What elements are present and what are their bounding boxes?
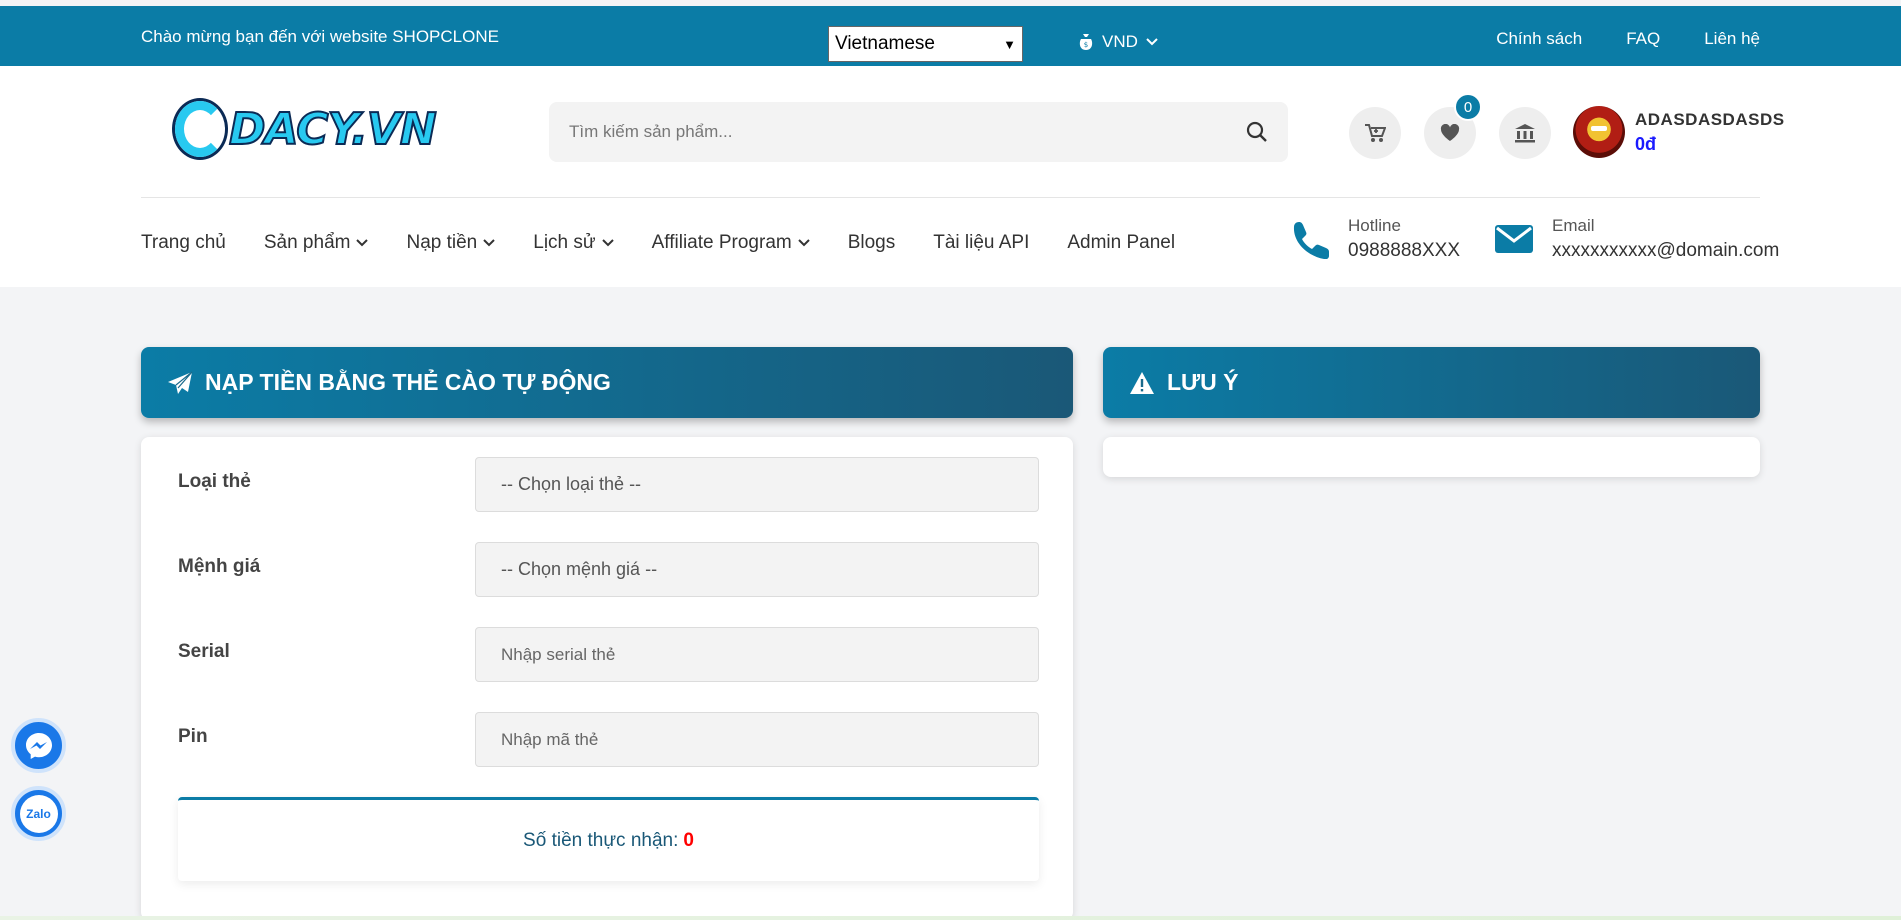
warning-icon [1130,371,1154,394]
heart-icon [1440,124,1460,141]
bank-button[interactable] [1499,107,1551,159]
nav-label: Affiliate Program [651,232,792,253]
main-nav: Trang chủ Sản phẩm Nạp tiền Lịch sử Affi… [141,232,1175,254]
header-divider [141,197,1760,198]
nav-item-blogs[interactable]: Blogs [848,232,896,254]
received-amount-box: Số tiền thực nhận: 0 [178,797,1039,881]
currency-switcher[interactable]: $ VND [1078,32,1158,52]
card-type-row: Loại thẻ -- Chọn loại thẻ -- [178,457,1039,512]
bottom-border [0,916,1901,920]
card-type-select[interactable]: -- Chọn loại thẻ -- [475,457,1039,512]
zalo-button[interactable]: Zalo [11,786,66,841]
search-box [549,102,1288,162]
site-header: DACY.VN 0 ADASDASDASDS 0đ Trang chủ Sản … [0,66,1901,287]
nav-label: Tài liệu API [933,232,1030,253]
received-amount-value: 0 [683,829,694,851]
language-value: Vietnamese [835,33,935,54]
mail-icon [1495,225,1533,253]
note-card-title: LƯU Ý [1167,369,1239,395]
card-type-label: Loại thẻ [178,471,251,492]
phone-icon [1293,222,1329,259]
logo-text: DACY.VN [228,103,438,156]
zalo-icon: Zalo [19,794,58,833]
serial-input[interactable] [501,644,1013,665]
avatar [1573,106,1625,158]
user-balance: 0đ [1635,133,1657,154]
logo-mark [175,101,225,157]
nav-label: Admin Panel [1067,232,1176,253]
hotline-label: Hotline [1348,216,1401,235]
nav-label: Nạp tiền [406,232,478,253]
nav-item-home[interactable]: Trang chủ [141,232,226,254]
currency-label: VND [1102,32,1138,51]
pin-input[interactable] [501,729,1013,750]
money-bag-icon: $ [1079,34,1093,50]
wishlist-button[interactable]: 0 [1424,93,1482,159]
welcome-text: Chào mừng bạn đến với website SHOPCLONE [141,27,499,46]
policy-link[interactable]: Chính sách [1496,29,1582,49]
nav-item-products[interactable]: Sản phẩm [264,232,369,254]
faq-link[interactable]: FAQ [1626,29,1660,49]
svg-text:$: $ [1084,41,1088,49]
note-card-header: LƯU Ý [1103,347,1760,418]
user-name: ADASDASDASDS [1635,109,1785,129]
top-bar: Chào mừng bạn đến với website SHOPCLONE … [0,6,1901,66]
nav-item-history[interactable]: Lịch sử [533,232,614,254]
topup-card-body: Loại thẻ -- Chọn loại thẻ -- Mệnh giá --… [141,437,1073,920]
paper-plane-icon [168,371,193,394]
nav-label: Blogs [847,232,896,253]
chevron-down-icon [601,239,614,247]
messenger-button[interactable] [11,718,66,773]
zalo-label: Zalo [26,806,51,821]
search-input[interactable] [569,122,1246,142]
pin-row: Pin [178,712,1039,767]
nav-item-api-docs[interactable]: Tài liệu API [933,232,1029,254]
chevron-down-icon: ▼ [1003,36,1016,52]
pin-label: Pin [178,726,208,747]
nav-item-topup[interactable]: Nạp tiền [406,232,495,254]
nav-label: Lịch sử [533,232,596,253]
email-value[interactable]: xxxxxxxxxxx@domain.com [1552,240,1779,262]
card-type-value: -- Chọn loại thẻ -- [501,474,642,494]
cart-icon [1365,124,1386,142]
site-logo[interactable]: DACY.VN [175,96,438,162]
wishlist-count-badge: 0 [1454,93,1482,121]
email-label: Email [1552,216,1595,235]
nav-item-admin[interactable]: Admin Panel [1067,232,1175,254]
denomination-value: -- Chọn mệnh giá -- [501,559,658,579]
serial-field-wrap [475,627,1039,682]
nav-item-affiliate[interactable]: Affiliate Program [652,232,810,254]
denomination-label: Mệnh giá [178,556,261,577]
messenger-icon [25,732,52,759]
chevron-down-icon [798,239,810,247]
chevron-down-icon [356,239,369,247]
serial-label: Serial [178,641,230,662]
nav-label: Sản phẩm [263,232,351,253]
cart-button[interactable] [1349,107,1401,159]
top-links: Chính sách FAQ Liên hệ [1496,29,1760,49]
contact-link[interactable]: Liên hệ [1704,29,1760,49]
hotline-value[interactable]: 0988888XXX [1348,240,1460,262]
language-select[interactable]: Vietnamese ▼ [828,26,1023,62]
note-card-body [1103,437,1760,477]
serial-row: Serial [178,627,1039,682]
nav-label: Trang chủ [141,232,226,253]
user-menu[interactable]: ADASDASDASDS 0đ [1573,106,1785,158]
chevron-down-icon [483,239,495,247]
topup-card-title: NẠP TIỀN BẰNG THẺ CÀO TỰ ĐỘNG [205,369,611,395]
received-amount-label: Số tiền thực nhận: [523,829,679,851]
denomination-row: Mệnh giá -- Chọn mệnh giá -- [178,542,1039,597]
topup-card-header: NẠP TIỀN BẰNG THẺ CÀO TỰ ĐỘNG [141,347,1073,418]
pin-field-wrap [475,712,1039,767]
hotline-info: Hotline 0988888XXX [1290,216,1460,262]
bank-icon [1515,124,1535,143]
search-icon[interactable] [1246,121,1268,143]
denomination-select[interactable]: -- Chọn mệnh giá -- [475,542,1039,597]
chevron-down-icon [1146,38,1158,46]
email-info: Email xxxxxxxxxxx@domain.com [1494,216,1779,262]
